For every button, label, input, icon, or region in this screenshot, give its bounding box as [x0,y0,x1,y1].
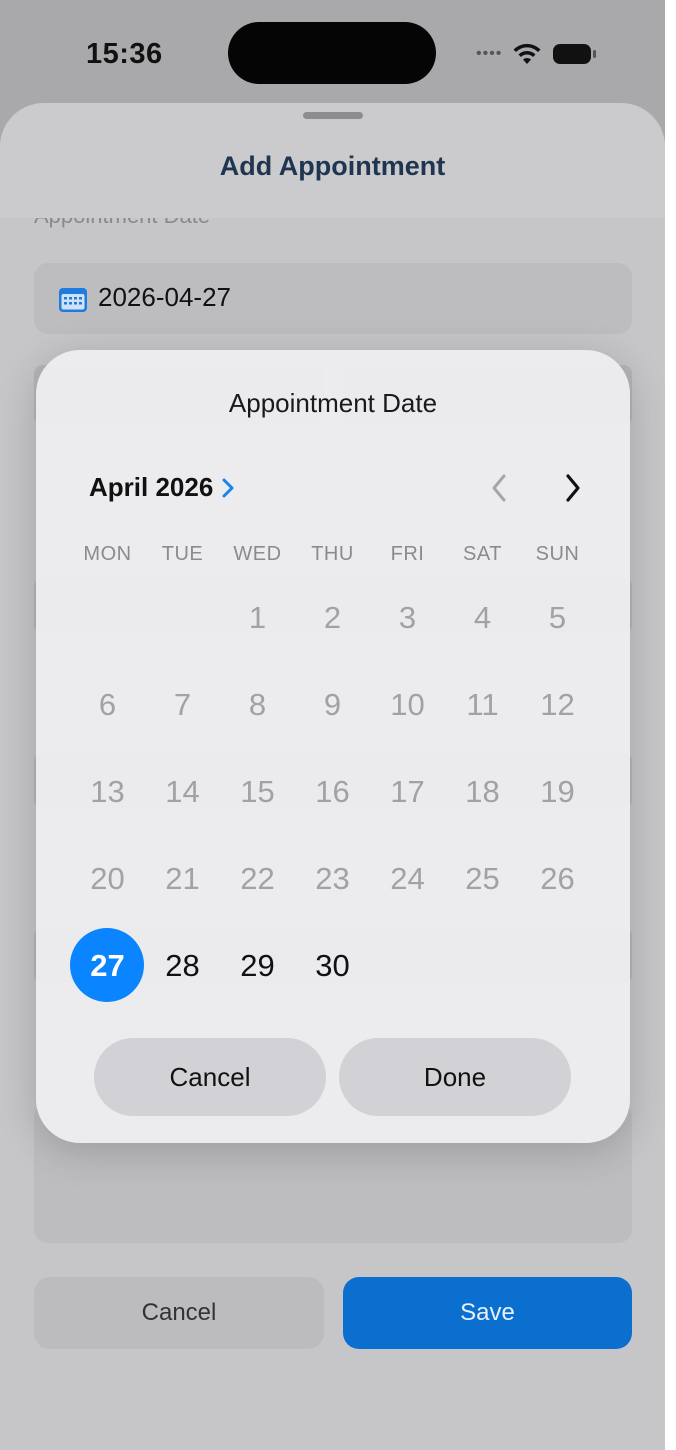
day-cell: 26 [520,835,595,922]
day-cell: 22 [220,835,295,922]
weekday-label: MON [83,543,132,565]
weekday-header-row: MON TUE WED THU FRI SAT SUN [70,543,630,566]
weekday-label: SAT [463,543,502,565]
day-number: 8 [248,686,267,722]
chevron-left-icon [492,474,506,502]
next-month-button[interactable] [556,468,590,508]
chevron-right-icon [222,478,234,497]
day-number: 29 [240,947,275,983]
day-number: 20 [90,860,125,896]
day-number: 2 [323,599,342,635]
weekday-label: SUN [535,543,580,565]
calendar-grid: 1 2 3 4 5 6 7 8 9 10 11 12 13 14 15 16 17 18 19 20 21 22 23 24 2… [70,574,630,1009]
day-cell: 24 [370,835,445,922]
day-cell: 16 [295,748,370,835]
sheet-grabber[interactable] [303,112,363,119]
weekday-label: THU [311,543,354,565]
date-picker-dialog: Appointment Date April 2026 MON TUE WED THU… [36,350,630,1143]
day-number: 9 [323,686,342,722]
day-number: 27 [90,947,125,983]
status-time: 15:36 [86,38,163,70]
weekday-label: WED [233,543,282,565]
month-year-label: April 2026 [89,472,214,502]
day-cell: 8 [220,661,295,748]
day-number: 5 [548,599,567,635]
chevron-right-icon [566,474,580,502]
dynamic-island [228,22,436,84]
empty-day-cell [145,574,220,661]
day-cell: 12 [520,661,595,748]
day-cell: 14 [145,748,220,835]
day-number: 4 [473,599,492,635]
cancel-button[interactable]: Cancel [34,1277,324,1349]
day-number: 14 [165,773,200,809]
day-cell: 13 [70,748,145,835]
day-cell: 1 [220,574,295,661]
day-cell: 4 [445,574,520,661]
day-number: 1 [248,599,267,635]
status-icons: •••• [476,36,598,72]
date-picker-title: Appointment Date [228,388,438,418]
day-number: 3 [398,599,417,635]
empty-day-cell [70,574,145,661]
day-cell: 25 [445,835,520,922]
status-bar: 15:36 •••• [0,0,665,100]
date-picker-done-button[interactable]: Done [339,1038,571,1116]
day-number: 28 [165,947,200,983]
cellular-dots-icon: •••• [476,45,503,62]
day-number: 19 [540,773,575,809]
day-cell: 18 [445,748,520,835]
day-number: 22 [240,860,275,896]
day-cell: 19 [520,748,595,835]
wifi-icon [513,43,541,64]
day-number: 10 [390,686,425,722]
day-cell: 11 [445,661,520,748]
day-number: 25 [465,860,500,896]
day-number: 23 [315,860,350,896]
day-cell: 5 [520,574,595,661]
day-cell: 21 [145,835,220,922]
day-cell[interactable]: 30 [295,922,370,1009]
day-number: 17 [390,773,425,809]
sheet-title: Add Appointment [219,151,446,181]
day-number: 12 [540,686,575,722]
day-cell: 23 [295,835,370,922]
month-year-selector[interactable]: April 2026 [89,472,235,503]
day-cell: 3 [370,574,445,661]
save-button[interactable]: Save [343,1277,632,1349]
previous-month-button[interactable] [482,468,516,508]
day-number: 21 [165,860,200,896]
appointment-date-value: 2026-04-27 [98,282,231,312]
day-number: 11 [466,686,499,722]
day-cell[interactable]: 28 [145,922,220,1009]
day-cell: 17 [370,748,445,835]
day-number: 26 [540,860,575,896]
day-cell: 15 [220,748,295,835]
day-number: 6 [98,686,117,722]
day-cell: 2 [295,574,370,661]
day-cell: 10 [370,661,445,748]
battery-icon [553,44,597,64]
weekday-label: TUE [161,543,204,565]
selected-day-cell[interactable]: 27 [70,922,145,1009]
calendar-icon [59,288,87,312]
day-number: 7 [173,686,192,722]
day-cell: 7 [145,661,220,748]
day-cell: 20 [70,835,145,922]
day-number: 24 [390,860,425,896]
day-cell: 9 [295,661,370,748]
day-number: 30 [315,947,350,983]
day-number: 18 [465,773,500,809]
appointment-date-field[interactable]: 2026-04-27 [34,263,632,334]
day-cell: 6 [70,661,145,748]
day-number: 13 [90,773,125,809]
date-picker-cancel-button[interactable]: Cancel [94,1038,326,1116]
day-cell[interactable]: 29 [220,922,295,1009]
weekday-label: FRI [390,543,425,565]
day-number: 15 [240,773,275,809]
app-screen: 15:36 •••• Appointment Date Add Appointm… [0,0,665,1450]
day-number: 16 [315,773,350,809]
